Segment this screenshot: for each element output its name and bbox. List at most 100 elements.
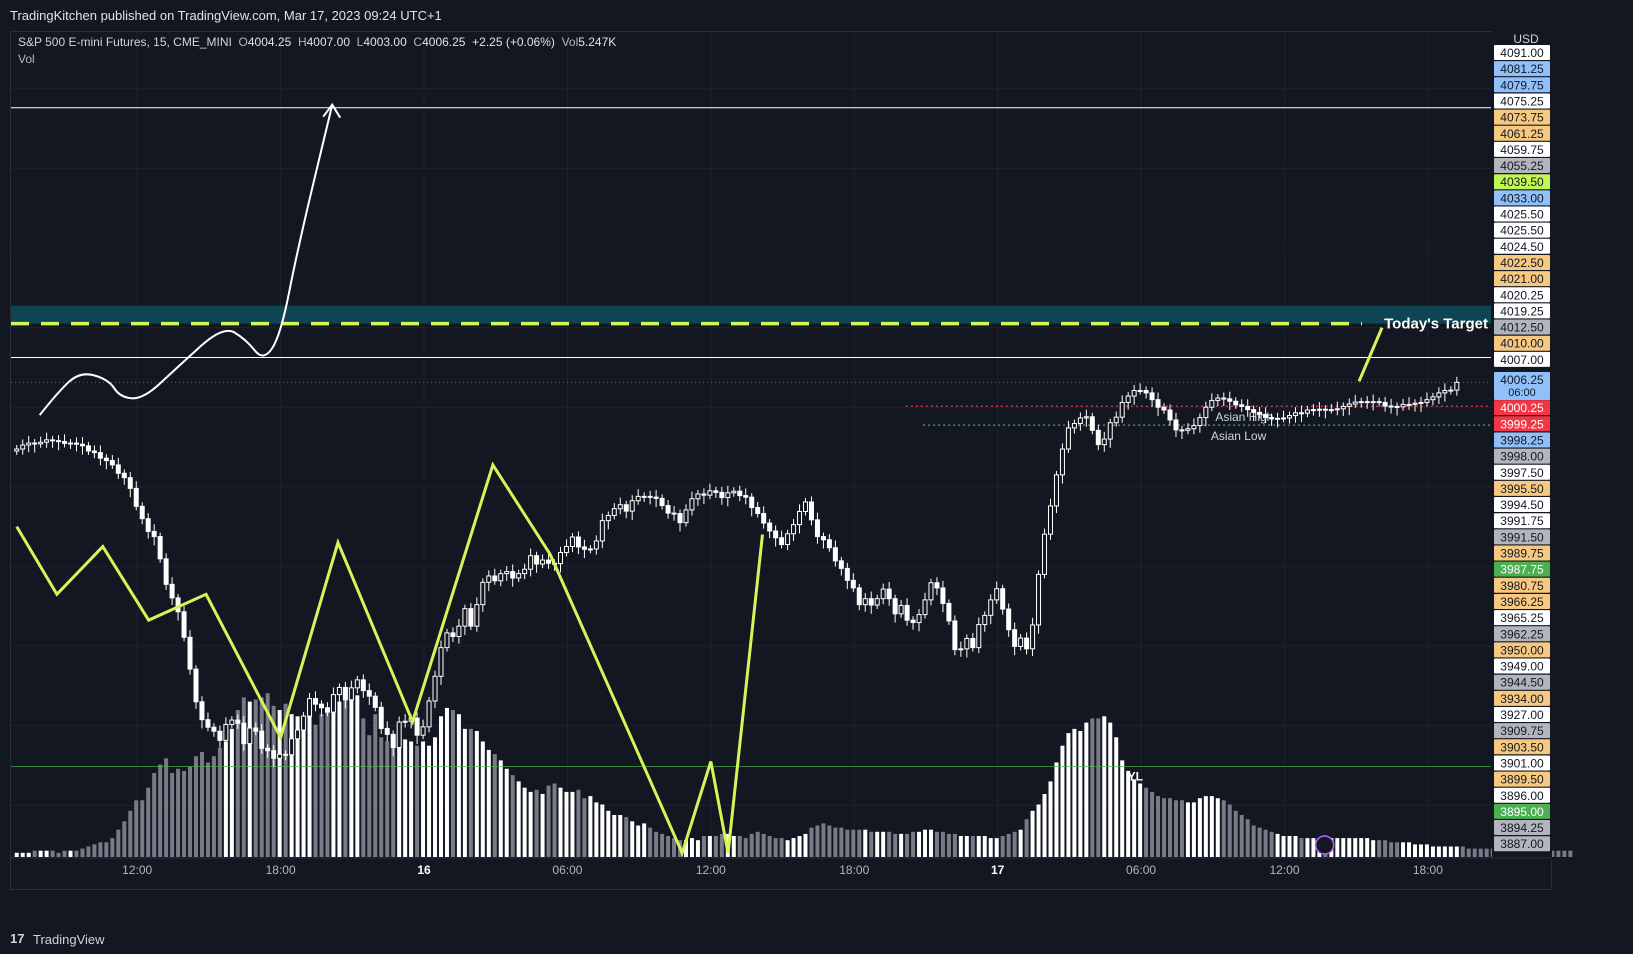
candle-body: [808, 501, 814, 521]
candle-body: [1191, 425, 1197, 430]
volume-bar: [648, 827, 653, 857]
volume-bar: [528, 791, 533, 857]
candle-body: [605, 514, 611, 522]
candle-body: [229, 719, 235, 725]
candle-body: [26, 442, 32, 446]
tradingview-logo-icon[interactable]: 17: [10, 931, 24, 946]
volume-bar: [140, 800, 145, 857]
volume-bar: [1084, 722, 1089, 857]
candle-body: [1436, 392, 1442, 398]
volume-bar: [851, 829, 856, 857]
time-axis-label[interactable]: 12:00: [1269, 863, 1299, 877]
volume-bar: [510, 775, 515, 857]
target-zone: [11, 305, 1491, 324]
price-tag-label: 4033.00: [1500, 191, 1544, 205]
candle-body: [581, 546, 587, 550]
volume-bar: [893, 833, 898, 857]
candle-body: [1047, 505, 1053, 535]
candle-body: [689, 498, 695, 511]
candle-body: [181, 611, 187, 638]
yellow-projection-path[interactable]: [15, 461, 764, 858]
time-axis-label[interactable]: 18:00: [839, 863, 869, 877]
volume-bar: [1460, 846, 1465, 857]
candle-body: [761, 512, 767, 524]
volume-bar: [1042, 794, 1047, 857]
yellow-projection-short[interactable]: [1357, 327, 1384, 382]
volume-bar: [367, 735, 372, 857]
time-axis-label[interactable]: 18:00: [1413, 863, 1443, 877]
candle-body: [1209, 399, 1215, 408]
time-axis-label[interactable]: 17: [991, 863, 1005, 877]
volume-bar: [468, 728, 473, 857]
candle-body: [970, 637, 976, 649]
volume-bar: [14, 852, 19, 857]
candle-body: [127, 477, 133, 489]
volume-bar: [1090, 718, 1095, 857]
candle-body: [1364, 401, 1370, 404]
volume-bar: [319, 714, 324, 857]
time-axis-label[interactable]: 12:00: [122, 863, 152, 877]
candle-body: [922, 599, 928, 616]
volume-bar: [104, 842, 109, 857]
candle-body: [14, 448, 20, 452]
price-tag-label: 3997.50: [1500, 466, 1544, 480]
time-axis-label[interactable]: 06:00: [552, 863, 582, 877]
volume-bar: [217, 747, 222, 857]
volume-bar: [534, 789, 539, 857]
volume-bar: [666, 836, 671, 857]
candle-body: [450, 632, 456, 637]
volume-bar: [988, 838, 993, 857]
candle-body: [115, 464, 121, 474]
time-axis-label[interactable]: 12:00: [696, 863, 726, 877]
candle-body: [1304, 409, 1310, 414]
candle-body: [1221, 397, 1227, 400]
candle-body: [1113, 416, 1119, 424]
price-tag-label: 4019.25: [1500, 304, 1544, 318]
candle-body: [1000, 588, 1006, 610]
tradingview-brand[interactable]: TradingView: [33, 932, 105, 947]
volume-bar: [134, 800, 139, 857]
volume-bar: [68, 850, 73, 857]
candle-body: [1083, 416, 1089, 419]
volume-bar: [833, 827, 838, 857]
time-axis-label[interactable]: 06:00: [1126, 863, 1156, 877]
high-label: H: [297, 35, 307, 49]
volume-bar: [839, 827, 844, 857]
price-tag-label: 4073.75: [1500, 111, 1544, 125]
candle-body: [1155, 399, 1161, 408]
candle-body: [121, 472, 127, 479]
volume-bar: [1383, 840, 1388, 857]
volume-bar: [1227, 804, 1232, 857]
candle-body: [1131, 389, 1137, 397]
volume-bar: [1257, 827, 1262, 857]
lightning-icon[interactable]: [1314, 835, 1335, 855]
candle-body: [898, 604, 904, 615]
volume-bar: [361, 718, 366, 857]
candle-body: [844, 567, 850, 581]
volume-bar: [624, 817, 629, 857]
volume-study-label[interactable]: Vol: [18, 52, 35, 66]
open-label: O: [238, 35, 248, 49]
candle-body: [563, 546, 569, 554]
volume-bar: [32, 850, 37, 857]
time-axis-label[interactable]: 18:00: [266, 863, 296, 877]
price-chart[interactable]: YLAsian HighAsian LowToday's TargetUSD40…: [0, 0, 1633, 954]
price-tag-label: 3927.00: [1500, 708, 1544, 722]
volume-bar: [1448, 846, 1453, 857]
volume-bar: [815, 825, 820, 857]
candle-body: [546, 559, 552, 564]
candle-body: [1292, 412, 1298, 417]
volume-bar: [1412, 844, 1417, 857]
volume-bar: [857, 829, 862, 857]
volume-bar: [1168, 798, 1173, 857]
candle-body: [575, 536, 581, 548]
price-tag-label: 3987.75: [1500, 563, 1544, 577]
white-projection-path[interactable]: [38, 104, 334, 416]
volume-bar: [899, 833, 904, 857]
time-axis-label[interactable]: 16: [417, 863, 431, 877]
volume-bar: [779, 838, 784, 857]
volume-bar: [1185, 802, 1190, 857]
volume-bar: [80, 848, 85, 857]
price-tag-countdown: 06:00: [1508, 387, 1536, 399]
volume-bar: [1454, 846, 1459, 857]
